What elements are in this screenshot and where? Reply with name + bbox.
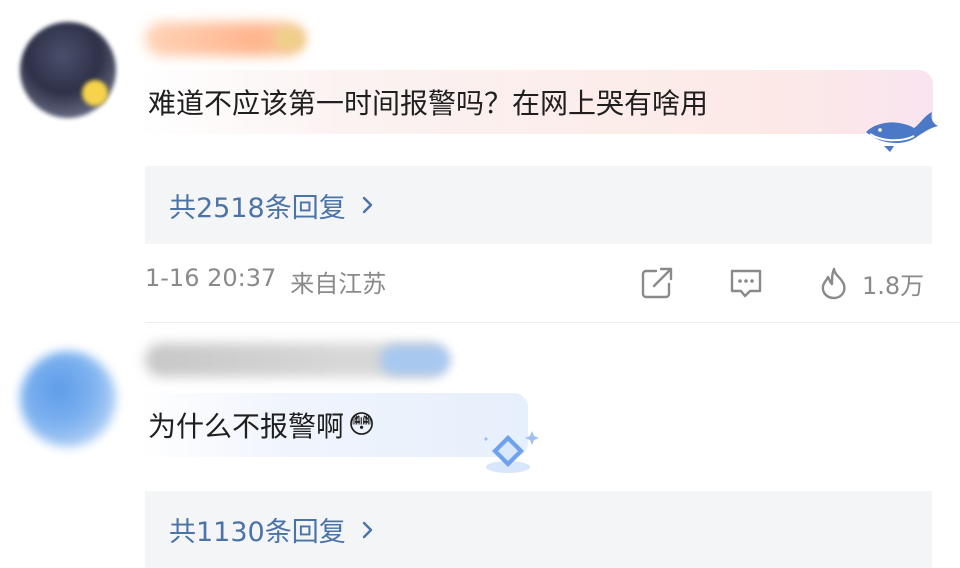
comment-icon [730,269,762,298]
share-button[interactable] [640,266,676,300]
user-badge-blurred [380,345,450,375]
replies-count-label: 共2518条回复 [169,192,346,224]
comment-text-bubble[interactable]: 为什么不报警啊 😳 [138,393,528,457]
chevron-right-icon [362,196,372,214]
view-replies-button[interactable]: 共2518条回复 [145,166,932,244]
avatar[interactable] [20,351,116,447]
fire-like-icon [821,267,846,300]
comment-item: 为什么不报警啊 😳 共1130条回复 [0,323,960,568]
like-count: 1.8万 [862,271,925,300]
view-replies-button[interactable]: 共1130条回复 [145,491,932,568]
chevron-right-icon [362,521,372,538]
diamond-decoration-icon [484,431,539,473]
like-button[interactable]: 1.8万 [818,266,924,300]
comment-button[interactable] [728,266,764,300]
comment-text-bubble[interactable]: 难道不应该第一时间报警吗？在网上哭有啥用 [138,70,933,134]
replies-count-label: 共1130条回复 [169,517,346,548]
comment-date: 1-16 20:37 [145,264,277,292]
comment-meta: 1-16 20:37 来自江苏 [145,264,386,299]
comment-location: 来自江苏 [290,270,387,298]
user-badge-blurred [275,28,305,50]
flushed-face-emoji: 😳 [348,410,376,440]
share-icon [641,267,673,299]
comment-text: 难道不应该第一时间报警吗？在网上哭有啥用 [148,87,709,120]
whale-decoration-icon [866,112,938,152]
comment-text: 为什么不报警啊 [148,410,345,443]
avatar-badge [82,80,108,106]
comment-item: 难道不应该第一时间报警吗？在网上哭有啥用 共2518条回复 1-16 20:37… [0,0,960,322]
